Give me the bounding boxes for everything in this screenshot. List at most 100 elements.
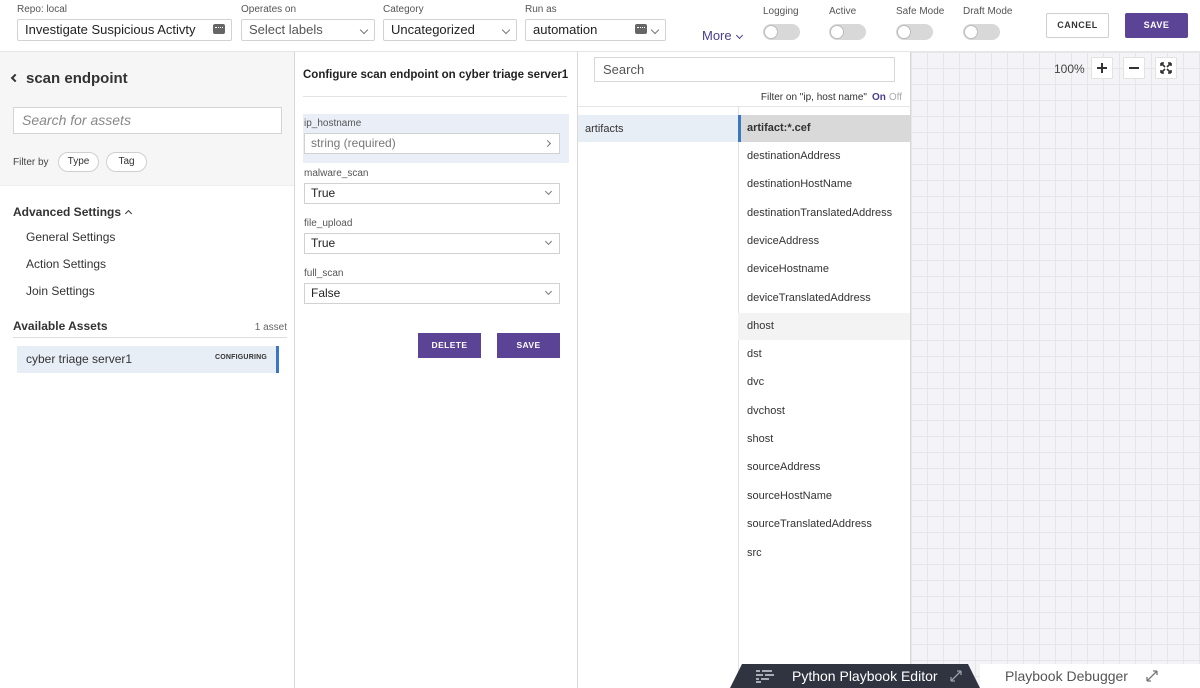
field-item[interactable]: deviceTranslatedAddress — [738, 285, 910, 312]
field-item[interactable]: deviceAddress — [738, 228, 910, 255]
action-settings-link[interactable]: Action Settings — [26, 257, 106, 271]
field-item[interactable]: dst — [738, 341, 910, 368]
chevron-down-icon — [544, 187, 553, 196]
filter-toggle: Filter on "ip, host name" On Off — [761, 92, 902, 103]
full-scan-value: False — [311, 286, 341, 300]
cancel-button[interactable]: CANCEL — [1046, 13, 1109, 38]
filter-type-button[interactable]: Type — [58, 152, 99, 172]
datapath-panel: Search Filter on "ip, host name" On Off ar… — [578, 52, 911, 688]
file-upload-select[interactable]: True — [304, 233, 560, 254]
configure-title: Configure scan endpoint on cyber triage … — [303, 69, 569, 81]
left-panel-header: scan endpoint Search for assets Filter b… — [0, 52, 294, 186]
python-playbook-editor-tab[interactable]: Python Playbook Editor — [730, 664, 980, 688]
filter-tag-button[interactable]: Tag — [106, 152, 147, 172]
field-item[interactable]: deviceHostname — [738, 256, 910, 283]
chevron-down-icon — [650, 25, 660, 35]
filter-text: Filter on "ip, host name" — [760, 92, 867, 103]
malware-scan-value: True — [311, 186, 336, 200]
save-config-button[interactable]: SAVE — [497, 333, 560, 358]
operates-on-placeholder: Select labels — [249, 22, 323, 37]
block-title: scan endpoint — [26, 70, 128, 87]
keyboard-icon[interactable] — [213, 24, 225, 34]
more-menu[interactable]: More — [702, 28, 743, 43]
configure-panel: Configure scan endpoint on cyber triage … — [294, 52, 578, 688]
join-settings-link[interactable]: Join Settings — [26, 284, 95, 298]
chevron-down-icon — [735, 31, 743, 40]
chevron-left-icon — [10, 73, 20, 83]
keyboard-icon[interactable] — [635, 24, 647, 34]
field-item[interactable]: src — [738, 540, 910, 567]
zoom-out-button[interactable] — [1123, 57, 1145, 79]
file-upload-value: True — [311, 236, 336, 250]
expand-icon[interactable] — [950, 670, 962, 682]
category-select[interactable]: Uncategorized — [383, 19, 517, 41]
operates-on-field: Operates on Select labels — [241, 4, 375, 41]
chevron-down-icon — [359, 25, 369, 35]
playbook-canvas[interactable]: 100% — [911, 52, 1200, 688]
playbook-debugger-tab[interactable]: Playbook Debugger — [980, 664, 1200, 688]
filter-off-option[interactable]: Off — [889, 92, 902, 103]
datapath-search-input[interactable]: Search — [594, 57, 895, 82]
active-toggle[interactable] — [829, 24, 866, 40]
draft-mode-toggle[interactable] — [963, 24, 1000, 40]
divider — [303, 96, 567, 97]
field-item[interactable]: destinationTranslatedAddress — [738, 200, 910, 227]
playbook-name-value: Investigate Suspicious Activty — [25, 22, 196, 37]
field-item[interactable]: shost — [738, 426, 910, 453]
chevron-right-icon[interactable] — [543, 139, 552, 148]
field-item[interactable]: artifact:*.cef — [738, 115, 910, 142]
field-item[interactable]: sourceHostName — [738, 483, 910, 510]
filter-on-option[interactable]: On — [872, 92, 886, 103]
chevron-down-icon — [544, 237, 553, 246]
expand-icon[interactable] — [1146, 670, 1158, 682]
safe-mode-toggle[interactable] — [896, 24, 933, 40]
run-as-field: Run as automation — [525, 4, 666, 41]
param-label-ip-hostname: ip_hostname — [304, 118, 362, 129]
field-item[interactable]: dvchost — [738, 398, 910, 425]
zoom-in-button[interactable] — [1091, 57, 1113, 79]
playbook-name-input[interactable]: Investigate Suspicious Activty — [17, 19, 232, 41]
repo-label: Repo: local — [17, 4, 68, 15]
ip-hostname-placeholder: string (required) — [311, 136, 396, 150]
malware-scan-select[interactable]: True — [304, 183, 560, 204]
category-label: Category — [383, 4, 424, 15]
asset-search-input[interactable]: Search for assets — [13, 107, 282, 134]
back-button[interactable]: scan endpoint — [10, 70, 128, 87]
fit-to-screen-button[interactable] — [1155, 57, 1177, 79]
divider — [578, 106, 911, 107]
logging-toggle-group: Logging — [763, 6, 800, 40]
operates-on-label: Operates on — [241, 4, 297, 15]
asset-list-item[interactable]: cyber triage server1 CONFIGURING — [17, 346, 279, 373]
param-label-full-scan: full_scan — [304, 268, 344, 279]
field-item[interactable]: dvc — [738, 369, 910, 396]
more-label: More — [702, 28, 732, 43]
draft-mode-label: Draft Mode — [963, 6, 1013, 17]
divider — [13, 337, 287, 338]
left-panel: scan endpoint Search for assets Filter b… — [0, 52, 294, 688]
zoom-level: 100% — [1054, 62, 1085, 76]
advanced-settings-label: Advanced Settings — [13, 205, 122, 219]
general-settings-link[interactable]: General Settings — [26, 230, 115, 244]
chevron-down-icon — [544, 287, 553, 296]
field-item[interactable]: destinationAddress — [738, 143, 910, 170]
operates-on-select[interactable]: Select labels — [241, 19, 375, 41]
logging-label: Logging — [763, 6, 799, 17]
advanced-settings-toggle[interactable]: Advanced Settings — [13, 205, 133, 219]
asset-count: 1 asset — [254, 322, 287, 333]
expand-arrows-icon — [1160, 62, 1172, 74]
delete-button[interactable]: DELETE — [418, 333, 481, 358]
active-label: Active — [829, 6, 857, 17]
plus-icon — [1097, 63, 1107, 73]
full-scan-select[interactable]: False — [304, 283, 560, 304]
run-as-select[interactable]: automation — [525, 19, 666, 41]
logging-toggle[interactable] — [763, 24, 800, 40]
save-playbook-button[interactable]: SAVE — [1125, 13, 1188, 38]
field-item[interactable]: dhost — [738, 313, 910, 340]
field-item[interactable]: sourceAddress — [738, 454, 910, 481]
safe-mode-toggle-group: Safe Mode — [896, 6, 944, 40]
asset-status-badge: CONFIGURING — [215, 354, 267, 361]
field-item[interactable]: sourceTranslatedAddress — [738, 511, 910, 538]
ip-hostname-input[interactable]: string (required) — [304, 133, 560, 154]
category-item-artifacts[interactable]: artifacts — [578, 115, 738, 142]
field-item[interactable]: destinationHostName — [738, 171, 910, 198]
